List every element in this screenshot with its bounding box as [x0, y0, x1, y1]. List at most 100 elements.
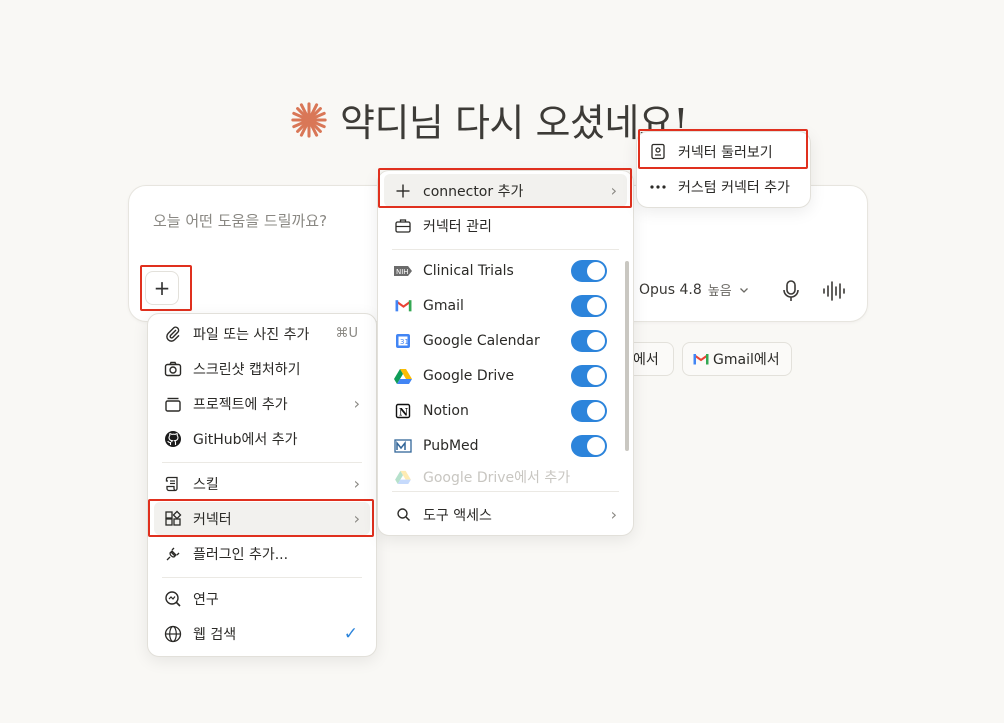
svg-text:N: N	[399, 407, 408, 418]
menu-item-github[interactable]: GitHub에서 추가	[154, 422, 370, 455]
menu-separator	[392, 491, 619, 492]
connector-menu: connector 추가 › 커넥터 관리 NIH Clinical Trial…	[377, 170, 634, 536]
google-drive-icon	[394, 368, 412, 384]
connector-toggle[interactable]	[571, 294, 607, 317]
add-button[interactable]: +	[145, 271, 179, 305]
google-drive-icon	[395, 470, 411, 484]
menu-item-label: 커넥터 둘러보기	[678, 144, 773, 161]
connector-name: Gmail	[423, 297, 464, 314]
connector-toggle[interactable]	[571, 434, 607, 457]
shortcut-label: ⌘U	[335, 326, 358, 341]
menu-item-label: 스킬	[193, 476, 219, 493]
gmail-icon	[394, 300, 412, 312]
menu-item-add-file[interactable]: 파일 또는 사진 추가 ⌘U	[154, 317, 370, 350]
menu-item-label: 도구 액세스	[423, 507, 492, 524]
connector-name: PubMed	[423, 437, 479, 454]
menu-item-add-plugin[interactable]: 플러그인 추가...	[154, 537, 370, 570]
connector-name: Google Drive	[423, 367, 515, 384]
menu-item-web-search[interactable]: 웹 검색 ✓	[154, 617, 370, 650]
paperclip-icon	[166, 326, 180, 342]
camera-icon	[164, 361, 182, 376]
claude-spark-icon	[291, 101, 327, 138]
book-icon	[651, 143, 665, 160]
chevron-right-icon: ›	[610, 505, 617, 524]
menu-item-label: 연구	[193, 591, 219, 608]
chip-label: Gmail에서	[713, 352, 780, 368]
notion-icon: N	[395, 403, 411, 418]
menu-item-add-custom-connector[interactable]: 커스텀 커넥터 추가	[641, 170, 806, 203]
add-connector-menu: 커넥터 둘러보기 커스텀 커넥터 추가	[636, 131, 811, 208]
menu-item-label: 파일 또는 사진 추가	[193, 326, 310, 343]
more-icon	[650, 184, 666, 189]
menu-item-label: Google Drive에서 추가	[423, 470, 571, 486]
menu-item-add-from-drive[interactable]: Google Drive에서 추가	[384, 467, 627, 487]
svg-text:NIH: NIH	[396, 268, 409, 276]
plug-icon	[166, 547, 180, 560]
connector-toggle[interactable]	[571, 259, 607, 282]
menu-item-label: 스크린샷 캡처하기	[193, 361, 301, 378]
chevron-down-icon	[739, 287, 748, 293]
menu-item-screenshot[interactable]: 스크린샷 캡처하기	[154, 352, 370, 385]
menu-item-tool-access[interactable]: 도구 액세스 ›	[384, 498, 627, 531]
menu-item-browse-connectors[interactable]: 커넥터 둘러보기	[641, 135, 806, 168]
menu-item-label: 프로젝트에 추가	[193, 396, 288, 413]
svg-text:31: 31	[400, 338, 409, 346]
connector-toggle[interactable]	[571, 364, 607, 387]
model-name: Opus 4.8	[639, 281, 702, 298]
chevron-right-icon: ›	[353, 474, 360, 493]
connector-pubmed: PubMed	[384, 429, 627, 462]
voice-mode-icon[interactable]	[822, 279, 848, 303]
menu-item-label: connector 추가	[423, 183, 524, 200]
project-icon	[165, 397, 181, 412]
menu-item-label: 플러그인 추가...	[193, 546, 289, 563]
model-selector[interactable]: Opus 4.8 높음	[639, 280, 750, 299]
composer-input[interactable]: 오늘 어떤 도움을 드릴까요?	[153, 210, 327, 231]
connector-gmail: Gmail	[384, 289, 627, 322]
menu-separator	[392, 249, 619, 250]
menu-item-manage-connectors[interactable]: 커넥터 관리	[384, 209, 627, 242]
connector-toggle[interactable]	[571, 329, 607, 352]
scroll-icon	[165, 476, 178, 491]
menu-item-connectors[interactable]: 커넥터 ›	[154, 502, 370, 535]
plus-icon	[396, 184, 410, 197]
google-calendar-icon: 31	[396, 333, 410, 348]
connector-toggle[interactable]	[571, 399, 607, 422]
menu-item-label: 커스텀 커넥터 추가	[678, 179, 790, 196]
research-icon	[165, 590, 181, 607]
greeting: 약디님 다시 오셨네요!	[290, 92, 689, 147]
menu-item-research[interactable]: 연구	[154, 582, 370, 615]
menu-item-add-to-project[interactable]: 프로젝트에 추가 ›	[154, 387, 370, 420]
chevron-right-icon: ›	[353, 394, 360, 413]
connector-icon	[165, 510, 182, 526]
plus-icon: +	[153, 276, 171, 300]
menu-item-add-connector[interactable]: connector 추가 ›	[384, 174, 627, 207]
menu-item-skills[interactable]: 스킬 ›	[154, 467, 370, 500]
gmail-icon	[693, 354, 709, 365]
connector-notion: N Notion	[384, 394, 627, 427]
pubmed-icon	[394, 438, 412, 453]
globe-icon	[164, 625, 182, 642]
check-icon: ✓	[343, 623, 358, 644]
nih-icon: NIH	[394, 265, 412, 276]
menu-item-label: 커넥터 관리	[423, 218, 492, 235]
menu-item-label: GitHub에서 추가	[193, 431, 298, 448]
connector-name: Clinical Trials	[423, 262, 514, 279]
effort-level: 높음	[707, 284, 732, 299]
briefcase-icon	[395, 218, 411, 233]
menu-separator	[162, 577, 362, 578]
microphone-icon[interactable]	[780, 279, 802, 303]
connector-name: Notion	[423, 402, 469, 419]
suggestion-chip-gmail[interactable]: Gmail에서	[682, 342, 792, 376]
github-icon	[165, 430, 181, 447]
menu-item-label: 웹 검색	[193, 626, 237, 643]
connector-google-drive: Google Drive	[384, 359, 627, 392]
attach-menu: 파일 또는 사진 추가 ⌘U 스크린샷 캡처하기 프로젝트에 추가 › GitH…	[147, 313, 377, 657]
connector-clinical-trials: NIH Clinical Trials	[384, 254, 627, 287]
scrollbar[interactable]	[625, 261, 629, 451]
menu-separator	[162, 462, 362, 463]
chevron-right-icon: ›	[353, 509, 360, 528]
connector-google-calendar: 31 Google Calendar	[384, 324, 627, 357]
connector-name: Google Calendar	[423, 332, 540, 349]
search-icon	[396, 508, 410, 522]
menu-item-label: 커넥터	[193, 511, 232, 528]
